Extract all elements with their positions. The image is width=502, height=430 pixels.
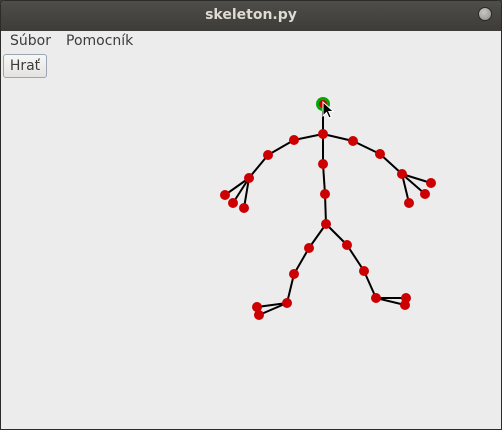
skeleton-joint[interactable]: [404, 198, 414, 208]
skeleton-joint[interactable]: [426, 178, 436, 188]
skeleton-joint[interactable]: [220, 190, 230, 200]
skeleton-joint[interactable]: [263, 150, 273, 160]
skeleton-joint[interactable]: [342, 240, 352, 250]
skeleton-joint[interactable]: [282, 298, 292, 308]
skeleton-joint[interactable]: [375, 149, 385, 159]
skeleton-joint[interactable]: [371, 293, 381, 303]
skeleton-joint[interactable]: [318, 129, 328, 139]
skeleton-joint[interactable]: [289, 135, 299, 145]
skeleton-joint[interactable]: [397, 169, 407, 179]
skeleton-joint[interactable]: [244, 173, 254, 183]
skeleton-canvas[interactable]: [1, 1, 502, 430]
skeleton-joint[interactable]: [239, 203, 249, 213]
skeleton-joint[interactable]: [359, 266, 369, 276]
skeleton-joints[interactable]: [220, 97, 436, 320]
skeleton-joint[interactable]: [289, 269, 299, 279]
skeleton-joint[interactable]: [321, 219, 331, 229]
skeleton-joint[interactable]: [254, 310, 264, 320]
skeleton-joint[interactable]: [320, 189, 330, 199]
skeleton-joint[interactable]: [318, 159, 328, 169]
skeleton-joint[interactable]: [304, 243, 314, 253]
skeleton-joint[interactable]: [348, 136, 358, 146]
skeleton-joint[interactable]: [400, 300, 410, 310]
skeleton-bones: [224, 104, 432, 316]
skeleton-joint[interactable]: [420, 189, 430, 199]
skeleton-joint[interactable]: [228, 198, 238, 208]
app-window: skeleton.py Súbor Pomocník Hrať: [0, 0, 502, 430]
